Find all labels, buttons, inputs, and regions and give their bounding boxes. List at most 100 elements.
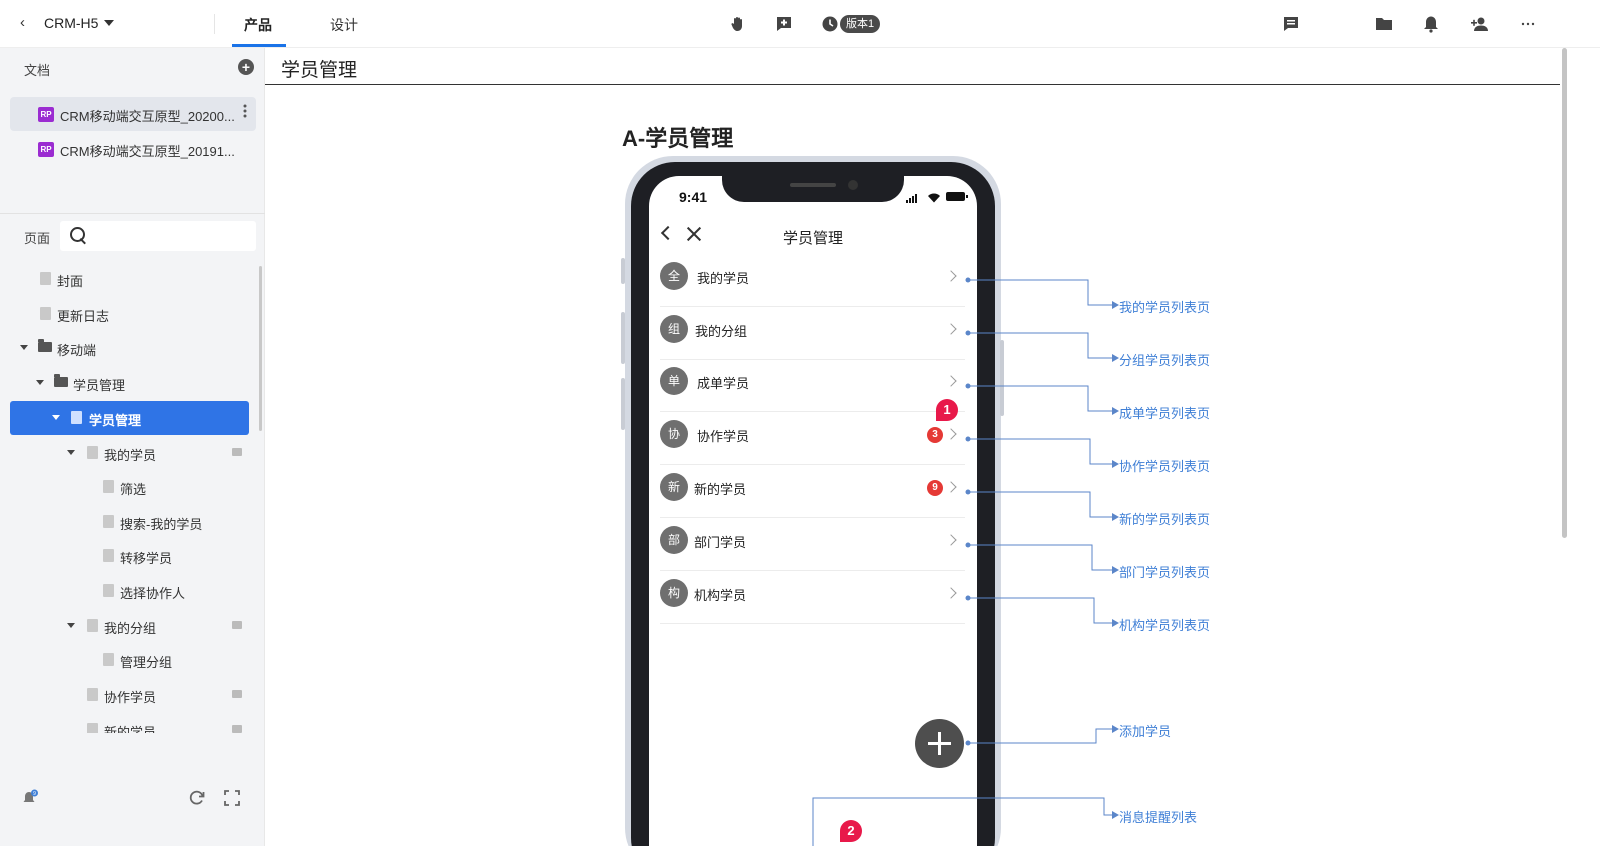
caret-down-icon[interactable] [20,345,28,350]
top-bar: ‹ CRM-H5 产品 设计 版本1 [0,0,1600,48]
project-name[interactable]: CRM-H5 [44,15,98,31]
caret-down-icon[interactable] [67,623,75,628]
page-icon [87,688,98,701]
more-icon[interactable] [1517,13,1539,35]
back-icon[interactable]: ‹ [20,14,40,34]
link-target-label[interactable]: 新的学员列表页 [1119,509,1210,528]
notification-count: 9 [33,791,36,797]
history-icon[interactable] [819,13,841,35]
image-icon [232,448,242,456]
tree-item-search-my-students[interactable]: 搜索-我的学员 [10,505,249,539]
version-badge[interactable]: 版本1 [840,15,881,33]
image-icon [232,690,242,698]
link-target-label[interactable]: 我的学员列表页 [1119,297,1210,316]
menu-item-my-groups[interactable]: 组 我的分组 [660,308,965,360]
comment-icon[interactable] [1280,13,1302,35]
menu-item-label: 我的分组 [695,324,748,339]
link-target-label[interactable]: 添加学员 [1119,721,1171,740]
folder-icon [54,374,68,387]
count-badge: 3 [927,427,943,443]
link-target-label[interactable]: 机构学员列表页 [1119,615,1210,634]
menu-item-collab-students[interactable]: 协 协作学员 3 [660,413,965,465]
folder-icon[interactable] [1373,13,1395,35]
link-target-label[interactable]: 成单学员列表页 [1119,403,1210,422]
chevron-down-icon[interactable] [104,20,114,26]
annotation-marker[interactable]: 2 [840,820,862,842]
page-icon [103,584,114,597]
image-icon [232,725,242,733]
phone-notch [722,172,904,202]
page-icon [103,653,114,666]
tree-item-select-collaborator[interactable]: 选择协作人 [10,574,249,608]
doc-item[interactable]: RP CRM移动端交互原型_20200... [10,97,256,131]
tree-item-label: 管理分组 [120,655,173,670]
annotation-marker[interactable]: 1 [936,399,958,421]
doc-item[interactable]: RP CRM移动端交互原型_20191... [10,132,256,166]
tab-product[interactable]: 产品 [244,15,272,35]
section-title: A-学员管理 [622,126,734,151]
chevron-right-icon [945,270,957,282]
menu-item-label: 协作学员 [697,429,750,444]
phone-speaker [790,183,836,187]
tree-item-cover[interactable]: 封面 [10,262,249,296]
menu-item-label: 新的学员 [694,482,747,497]
add-user-icon[interactable] [1469,13,1491,35]
tree-item-label: 选择协作人 [120,586,186,601]
tree-item-label: 移动端 [57,343,97,358]
notification-bell-icon[interactable]: 9 [20,789,40,809]
caret-down-icon[interactable] [36,380,44,385]
tree-item-student-mgmt-folder[interactable]: 学员管理 [10,366,249,400]
page-icon [87,446,98,459]
menu-item-my-students[interactable]: 全 我的学员 [660,255,965,307]
tree-item-my-students[interactable]: 我的学员 [10,436,249,470]
count-badge: 9 [927,480,943,496]
folder-icon [38,339,52,352]
close-icon[interactable] [686,226,702,242]
phone-camera [848,180,858,190]
page-icon [87,619,98,632]
menu-item-dept-students[interactable]: 部 部门学员 [660,519,965,571]
hand-icon[interactable] [727,13,749,35]
tree-item-student-mgmt-page[interactable]: 学员管理 [10,401,249,435]
search-icon [70,227,86,243]
fullscreen-icon[interactable] [222,789,242,809]
rp-file-icon: RP [38,142,54,157]
link-target-label[interactable]: 消息提醒列表 [1119,807,1197,826]
menu-item-closed-students[interactable]: 单 成单学员 [660,360,965,412]
caret-down-icon[interactable] [52,415,60,420]
refresh-icon[interactable] [187,789,207,809]
tree-item-collab-students[interactable]: 协作学员 [10,678,249,712]
link-target-label[interactable]: 部门学员列表页 [1119,562,1210,581]
divider [214,14,215,34]
tab-design[interactable]: 设计 [330,15,358,35]
add-doc-icon[interactable]: + [238,59,254,75]
caret-down-icon[interactable] [67,450,75,455]
status-icons [906,191,968,203]
tree-item-new-students[interactable]: 新的学员 [10,713,249,733]
canvas-scrollbar[interactable] [1562,48,1567,538]
link-target-label[interactable]: 分组学员列表页 [1119,350,1210,369]
tree-item-label: 转移学员 [120,551,173,566]
more-vertical-icon[interactable] [242,103,248,119]
tree-item-transfer-students[interactable]: 转移学员 [10,539,249,573]
tree-item-label: 封面 [57,274,84,289]
add-student-fab[interactable] [915,719,964,768]
tree-item-my-groups[interactable]: 我的分组 [10,609,249,643]
add-comment-icon[interactable] [773,13,795,35]
menu-item-icon: 新 [660,473,688,501]
bell-icon[interactable] [1420,13,1442,35]
page-icon [103,480,114,493]
link-target-label[interactable]: 协作学员列表页 [1119,456,1210,475]
menu-item-new-students[interactable]: 新 新的学员 9 [660,466,965,518]
phone-nav-title: 学员管理 [782,230,843,247]
tree-item-filter[interactable]: 筛选 [10,470,249,504]
docs-label: 文档 [24,63,51,78]
tree-scrollbar[interactable] [259,266,262,431]
image-icon [232,621,242,629]
tree-item-mobile[interactable]: 移动端 [10,331,249,365]
tree-item-manage-groups[interactable]: 管理分组 [10,643,249,677]
phone-power-button [1000,340,1004,416]
menu-item-org-students[interactable]: 构 机构学员 [660,572,965,624]
tree-item-changelog[interactable]: 更新日志 [10,297,249,331]
page-search-input[interactable] [60,221,256,251]
